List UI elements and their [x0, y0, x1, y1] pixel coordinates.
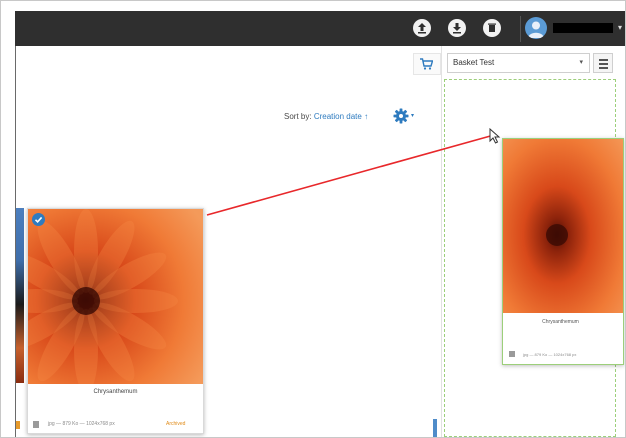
drag-preview-card[interactable]: Chrysanthemum jpg — 879 Ko — 1024x768 px	[502, 138, 624, 365]
app-frame: username ▾ Basket Test ▾ Sort by: Creati…	[0, 0, 626, 438]
file-icon	[33, 421, 39, 428]
basket-selected-value: Basket Test	[453, 58, 495, 67]
upload-icon[interactable]	[413, 19, 431, 37]
drag-preview-title: Chrysanthemum	[542, 319, 579, 325]
cart-icon	[420, 58, 433, 70]
chevron-down-icon[interactable]: ▾	[411, 112, 414, 119]
sort-label: Sort by:	[284, 112, 312, 121]
chevron-down-icon[interactable]: ▾	[618, 23, 622, 32]
user-name[interactable]: username	[553, 23, 613, 33]
basket-select[interactable]: Basket Test ▾	[447, 53, 590, 73]
delete-icon[interactable]	[483, 19, 501, 37]
basket-menu-button[interactable]	[593, 53, 613, 73]
asset-card[interactable]: Chrysanthemum jpg — 879 Ko — 1024x768 px…	[27, 208, 204, 434]
partial-asset-thumbnail[interactable]	[16, 208, 24, 383]
panel-divider[interactable]	[441, 46, 442, 437]
asset-thumbnail[interactable]	[28, 209, 203, 384]
chevron-down-icon: ▾	[579, 59, 583, 66]
asset-title: Chrysanthemum	[93, 389, 138, 395]
avatar[interactable]	[525, 17, 547, 39]
sort-value[interactable]: Creation date	[314, 112, 362, 121]
top-bar: username ▾	[15, 11, 625, 46]
topbar-divider	[520, 16, 521, 42]
asset-meta: jpg — 879 Ko — 1024x768 px	[48, 421, 115, 427]
sort-control[interactable]: Sort by: Creation date ↑	[284, 112, 368, 121]
scrollbar-thumb[interactable]	[433, 419, 437, 437]
hamburger-icon	[599, 59, 608, 61]
drag-preview-meta: jpg — 879 Ko — 1024x768 px	[523, 352, 577, 357]
gear-icon[interactable]	[392, 107, 410, 125]
cursor-icon	[489, 128, 501, 144]
sort-desc-icon[interactable]: ↑	[364, 112, 368, 121]
download-icon[interactable]	[448, 19, 466, 37]
cart-button[interactable]	[413, 53, 441, 75]
partial-asset-status	[16, 421, 20, 429]
file-icon	[509, 351, 515, 357]
selected-checkmark-icon[interactable]	[32, 213, 45, 226]
status-badge: Archived	[166, 421, 186, 427]
drag-preview-thumbnail	[503, 139, 623, 313]
